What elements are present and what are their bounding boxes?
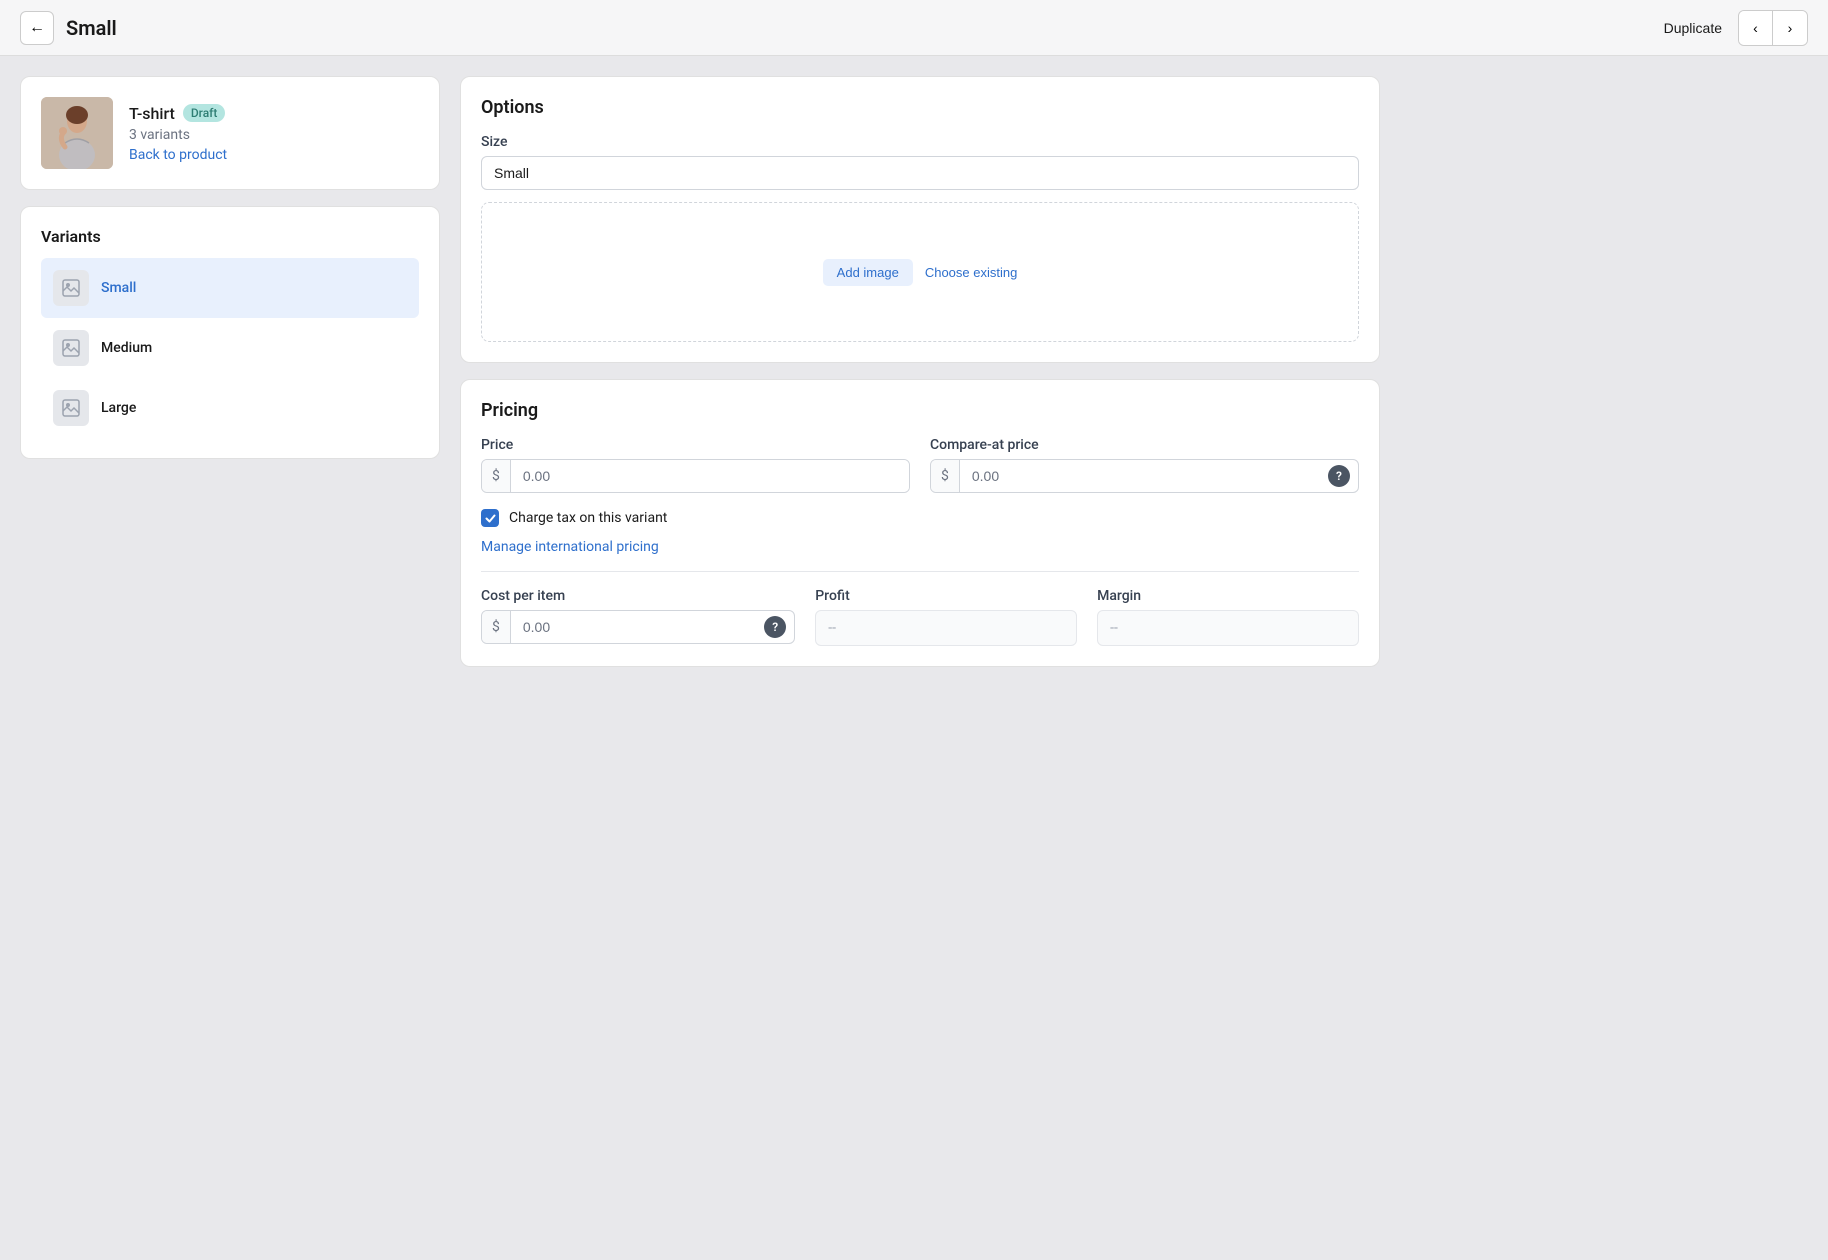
back-to-product-link[interactable]: Back to product: [129, 147, 227, 163]
compare-help-icon[interactable]: ?: [1328, 465, 1350, 487]
choose-existing-button[interactable]: Choose existing: [925, 265, 1018, 280]
cost-row: Cost per item $ ? Profit -- Margin --: [481, 588, 1359, 646]
left-column: T-shirt Draft 3 variants Back to product…: [20, 76, 440, 667]
back-button[interactable]: ←: [20, 11, 54, 45]
variants-card: Variants Small: [20, 206, 440, 459]
compare-at-price-field: Compare-at price $ ?: [930, 437, 1359, 493]
pricing-divider: [481, 571, 1359, 572]
product-variants-count: 3 variants: [129, 127, 227, 143]
prev-button[interactable]: ‹: [1739, 11, 1773, 45]
price-row: Price $ Compare-at price $ ?: [481, 437, 1359, 493]
variant-name-medium: Medium: [101, 340, 152, 356]
back-arrow-icon: ←: [29, 19, 45, 37]
variants-title: Variants: [41, 227, 419, 246]
pricing-card: Pricing Price $ Compare-at price $ ?: [460, 379, 1380, 667]
profit-field: Profit --: [815, 588, 1077, 646]
cost-input-wrap: $ ?: [481, 610, 795, 644]
price-input[interactable]: [511, 460, 909, 492]
page-title: Small: [66, 16, 117, 40]
variant-item-small[interactable]: Small: [41, 258, 419, 318]
size-label: Size: [481, 134, 1359, 150]
product-name: T-shirt: [129, 104, 175, 123]
right-column: Options Size Add image Choose existing P…: [460, 76, 1380, 667]
top-bar-right: Duplicate ‹ ›: [1664, 10, 1808, 46]
profit-value: --: [815, 610, 1077, 646]
variant-image-icon-large: [53, 390, 89, 426]
variant-item-large[interactable]: Large: [41, 378, 419, 438]
nav-btn-group: ‹ ›: [1738, 10, 1808, 46]
compare-at-price-input[interactable]: [960, 460, 1328, 492]
cost-help-icon[interactable]: ?: [764, 616, 786, 638]
compare-price-prefix: $: [931, 460, 960, 492]
manage-international-pricing-link[interactable]: Manage international pricing: [481, 539, 659, 555]
price-input-wrap: $: [481, 459, 910, 493]
profit-label: Profit: [815, 588, 1077, 604]
price-prefix: $: [482, 460, 511, 492]
price-label: Price: [481, 437, 910, 453]
product-card: T-shirt Draft 3 variants Back to product: [20, 76, 440, 190]
pricing-title: Pricing: [481, 400, 1359, 421]
margin-value: --: [1097, 610, 1359, 646]
cost-per-item-field: Cost per item $ ?: [481, 588, 795, 646]
cost-prefix: $: [482, 611, 511, 643]
options-title: Options: [481, 97, 1359, 118]
product-thumbnail: [41, 97, 113, 169]
variant-name-small: Small: [101, 280, 136, 296]
size-input[interactable]: [481, 156, 1359, 190]
cost-per-item-label: Cost per item: [481, 588, 795, 604]
margin-field: Margin --: [1097, 588, 1359, 646]
prev-arrow-icon: ‹: [1753, 20, 1758, 36]
product-info: T-shirt Draft 3 variants Back to product: [129, 104, 227, 163]
draft-badge: Draft: [183, 104, 226, 122]
variant-name-large: Large: [101, 400, 136, 416]
charge-tax-row: Charge tax on this variant: [481, 509, 1359, 527]
price-field: Price $: [481, 437, 910, 493]
top-bar: ← Small Duplicate ‹ ›: [0, 0, 1828, 56]
next-arrow-icon: ›: [1788, 20, 1793, 36]
image-upload-area: Add image Choose existing: [481, 202, 1359, 342]
duplicate-button[interactable]: Duplicate: [1664, 20, 1722, 36]
main-content: T-shirt Draft 3 variants Back to product…: [0, 56, 1400, 687]
margin-label: Margin: [1097, 588, 1359, 604]
variant-item-medium[interactable]: Medium: [41, 318, 419, 378]
charge-tax-checkbox[interactable]: [481, 509, 499, 527]
top-bar-left: ← Small: [20, 11, 117, 45]
next-button[interactable]: ›: [1773, 11, 1807, 45]
options-card: Options Size Add image Choose existing: [460, 76, 1380, 363]
charge-tax-label: Charge tax on this variant: [509, 510, 667, 526]
product-name-row: T-shirt Draft: [129, 104, 227, 123]
cost-input[interactable]: [511, 611, 764, 643]
compare-at-price-label: Compare-at price: [930, 437, 1359, 453]
variant-image-icon-small: [53, 270, 89, 306]
variant-image-icon-medium: [53, 330, 89, 366]
compare-price-input-wrap: $ ?: [930, 459, 1359, 493]
add-image-button[interactable]: Add image: [823, 259, 913, 286]
